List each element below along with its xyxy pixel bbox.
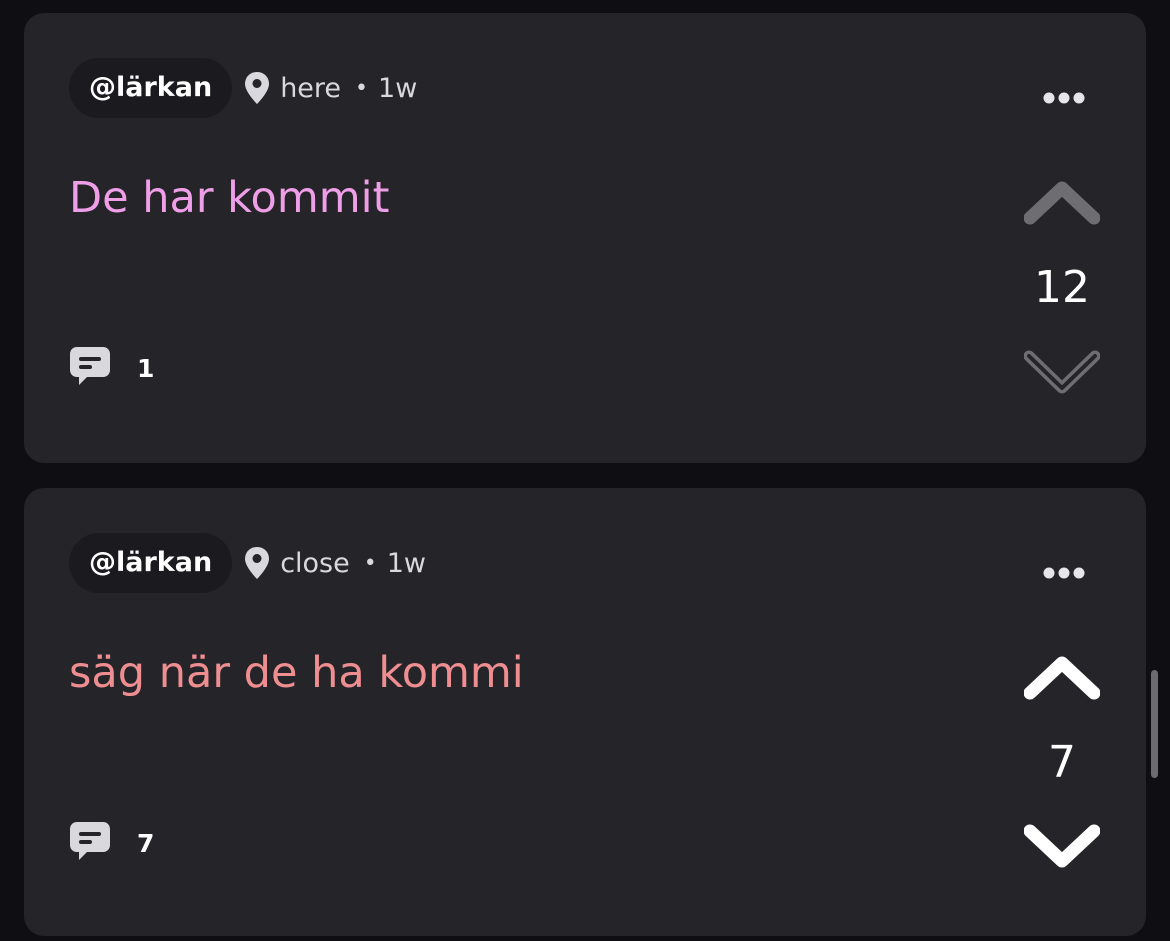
comment-bubble-icon bbox=[69, 345, 111, 391]
post-header: @lärkan here • 1w bbox=[69, 58, 417, 118]
post-card[interactable]: @lärkan close • 1w säg när de ha kommi 7… bbox=[24, 488, 1146, 936]
post-location: close bbox=[280, 547, 350, 579]
chevron-down-icon bbox=[1023, 350, 1101, 394]
scrollbar[interactable] bbox=[1151, 670, 1158, 778]
upvote-button[interactable] bbox=[1023, 178, 1101, 230]
meta-separator: • bbox=[355, 75, 369, 101]
vote-control: 12 bbox=[1023, 178, 1101, 396]
comment-count: 7 bbox=[137, 828, 155, 858]
upvote-button[interactable] bbox=[1023, 653, 1101, 705]
post-card[interactable]: @lärkan here • 1w De har kommit 1 12 bbox=[24, 13, 1146, 463]
downvote-button[interactable] bbox=[1023, 344, 1101, 396]
post-age: 1w bbox=[378, 72, 418, 104]
chevron-up-icon bbox=[1023, 181, 1101, 225]
author-handle[interactable]: @lärkan bbox=[69, 533, 233, 593]
comment-bubble-icon bbox=[69, 820, 111, 866]
comments-button[interactable]: 1 bbox=[69, 346, 154, 390]
more-options-icon[interactable] bbox=[1042, 561, 1086, 585]
more-options-icon[interactable] bbox=[1042, 86, 1086, 110]
meta-separator: • bbox=[363, 550, 377, 576]
chevron-down-icon bbox=[1023, 824, 1101, 868]
post-text: säg när de ha kommi bbox=[69, 648, 524, 698]
comment-count: 1 bbox=[137, 353, 155, 383]
vote-score: 12 bbox=[1034, 262, 1090, 313]
chevron-up-icon bbox=[1023, 656, 1101, 700]
post-header: @lärkan close • 1w bbox=[69, 533, 426, 593]
post-text: De har kommit bbox=[69, 173, 390, 223]
vote-score: 7 bbox=[1048, 737, 1076, 788]
post-age: 1w bbox=[386, 547, 426, 579]
downvote-button[interactable] bbox=[1023, 819, 1101, 871]
post-feed: @lärkan here • 1w De har kommit 1 12 @lä… bbox=[0, 0, 1170, 941]
location-pin-icon bbox=[244, 71, 270, 105]
vote-control: 7 bbox=[1023, 653, 1101, 871]
comments-button[interactable]: 7 bbox=[69, 821, 154, 865]
post-location: here bbox=[280, 72, 342, 104]
author-handle[interactable]: @lärkan bbox=[69, 58, 233, 118]
location-pin-icon bbox=[244, 546, 270, 580]
